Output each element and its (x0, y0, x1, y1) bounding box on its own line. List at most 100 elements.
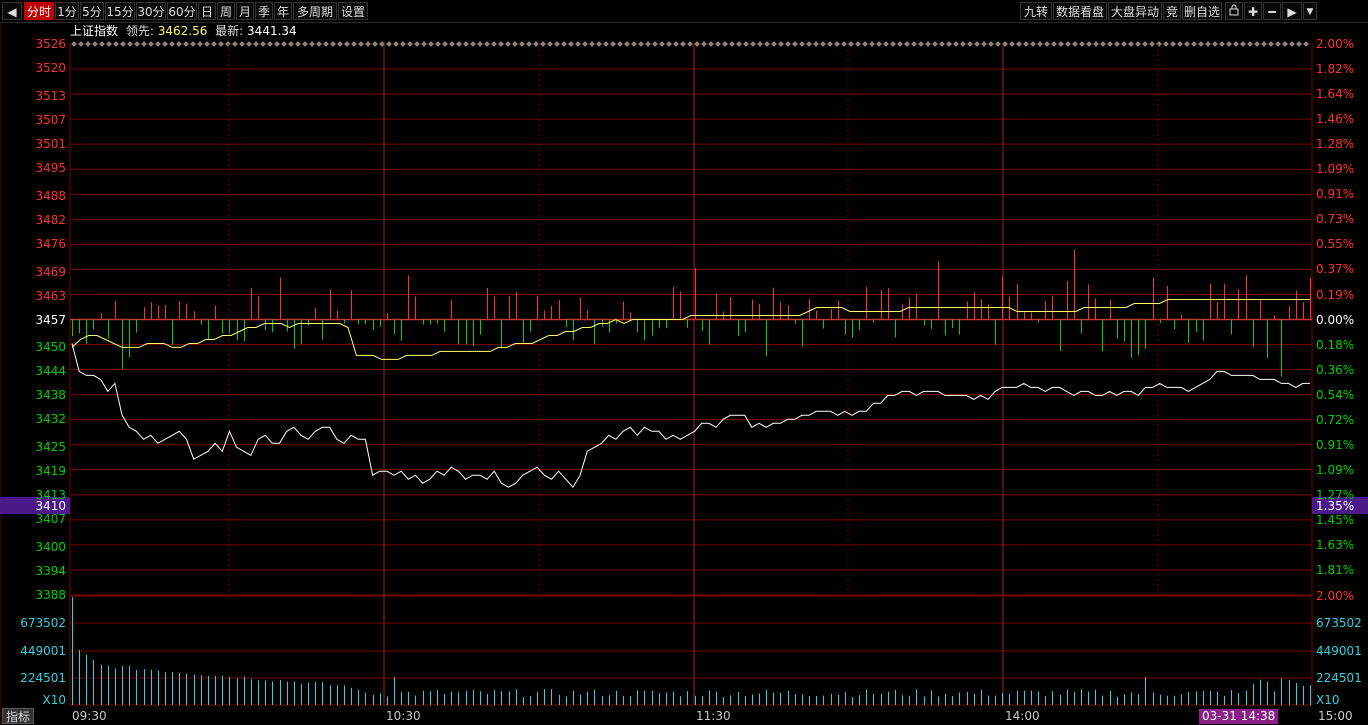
top-marker (974, 41, 980, 47)
top-marker (722, 41, 728, 47)
price-axis-label: 3432 (35, 412, 66, 427)
tab-period-7[interactable]: 周 (217, 2, 235, 20)
top-marker (365, 41, 371, 47)
price-axis-label: 3388 (35, 588, 66, 602)
price-axis-label: 3526 (35, 37, 66, 51)
top-marker (533, 41, 539, 47)
top-marker (701, 41, 707, 47)
top-marker (554, 41, 560, 47)
top-marker (834, 41, 840, 47)
latest-value: 3441.34 (247, 24, 297, 38)
plus-icon[interactable]: ✚ (1244, 2, 1262, 20)
top-marker (589, 41, 595, 47)
price-axis-label: 3457 (35, 312, 66, 327)
top-marker (344, 41, 350, 47)
leader-label: 领先: (125, 24, 154, 38)
pct-axis-label: 2.00% (1316, 37, 1355, 51)
tab-period-11[interactable]: 多周期 (293, 2, 337, 20)
tab-period-12[interactable]: 设置 (338, 2, 368, 20)
lock-icon-glyph (1229, 4, 1239, 16)
top-marker (897, 41, 903, 47)
top-marker (645, 41, 651, 47)
minus-icon[interactable]: ━ (1263, 2, 1281, 20)
top-marker (253, 41, 259, 47)
pct-axis-label: 1.28% (1316, 137, 1355, 152)
top-marker (1044, 41, 1050, 47)
top-marker (1268, 41, 1274, 47)
tab-period-6[interactable]: 日 (198, 2, 216, 20)
toolbar: ◀ 分时 1分 5分 15分 30分 60分日周月季年多周期 设置 九转 数据看盘 大盘异动竞删… (0, 0, 1368, 23)
pct-axis-label: 0.36% (1316, 362, 1355, 377)
crosshair-price-label: 3410 (35, 499, 66, 513)
price-axis-label: 3400 (35, 540, 66, 555)
tab-period-2[interactable]: 5分 (80, 2, 104, 20)
next-arrow-icon[interactable]: ▶ (1282, 2, 1302, 20)
price-axis-label: 3488 (35, 188, 66, 203)
volume-axis-label: 673502 (20, 616, 66, 630)
tab-period-9[interactable]: 季 (255, 2, 273, 20)
top-marker (1233, 41, 1239, 47)
chart-frame (69, 43, 1313, 706)
top-marker (491, 41, 497, 47)
tab-period-10[interactable]: 年 (274, 2, 292, 20)
tab-period-5[interactable]: 60分 (167, 2, 197, 20)
top-marker (806, 41, 812, 47)
top-marker (1086, 41, 1092, 47)
top-marker (302, 41, 308, 47)
top-marker (1107, 41, 1113, 47)
top-marker (267, 41, 273, 47)
top-marker (694, 41, 700, 47)
top-marker (519, 41, 525, 47)
toolbar-button-3[interactable]: 竞 (1163, 2, 1181, 20)
tab-period-0[interactable]: 分时 (24, 2, 54, 20)
top-marker (295, 41, 301, 47)
dropdown-arrow-icon[interactable]: ▼ (1303, 2, 1317, 20)
price-axis-label: 3463 (35, 288, 66, 303)
top-marker (141, 41, 147, 47)
tab-period-1[interactable]: 1分 (55, 2, 79, 20)
top-marker (673, 41, 679, 47)
pct-axis-label: 1.09% (1316, 162, 1355, 177)
toolbar-button-2[interactable]: 大盘异动 (1108, 2, 1162, 20)
top-marker (841, 41, 847, 47)
top-marker (274, 41, 280, 47)
tab-period-8[interactable]: 月 (236, 2, 254, 20)
prev-arrow-icon[interactable]: ◀ (2, 2, 22, 20)
tab-period-3[interactable]: 15分 (105, 2, 135, 20)
top-marker (953, 41, 959, 47)
indicator-button[interactable]: 指标 (2, 708, 34, 724)
top-marker (358, 41, 364, 47)
toolbar-button-4[interactable]: 删自选 (1182, 2, 1222, 20)
top-marker (400, 41, 406, 47)
top-marker (309, 41, 315, 47)
cursor-time-label: 03-31 14:38 (1199, 709, 1279, 724)
top-marker (1058, 41, 1064, 47)
top-marker (386, 41, 392, 47)
top-marker (1163, 41, 1169, 47)
top-marker (603, 41, 609, 47)
top-marker (470, 41, 476, 47)
top-marker (78, 41, 84, 47)
top-marker (1121, 41, 1127, 47)
price-axis-label: 3450 (35, 340, 66, 355)
toolbar-button-1[interactable]: 数据看盘 (1053, 2, 1107, 20)
top-marker (848, 41, 854, 47)
top-marker (407, 41, 413, 47)
top-marker (120, 41, 126, 47)
top-marker (288, 41, 294, 47)
toolbar-button-0[interactable]: 九转 (1020, 2, 1052, 20)
lock-icon[interactable] (1225, 2, 1243, 20)
top-marker (967, 41, 973, 47)
price-axis-label: 3507 (35, 112, 66, 127)
top-marker (911, 41, 917, 47)
leader-value: 3462.56 (157, 24, 208, 38)
top-marker (1037, 41, 1043, 47)
top-marker (1240, 41, 1246, 47)
top-marker (463, 41, 469, 47)
intraday-chart[interactable] (0, 0, 1368, 725)
pct-axis-label: 1.09% (1316, 462, 1355, 477)
top-marker (652, 41, 658, 47)
volume-axis-label-right: 449001 (1316, 644, 1362, 658)
tab-period-4[interactable]: 30分 (136, 2, 166, 20)
top-marker (260, 41, 266, 47)
